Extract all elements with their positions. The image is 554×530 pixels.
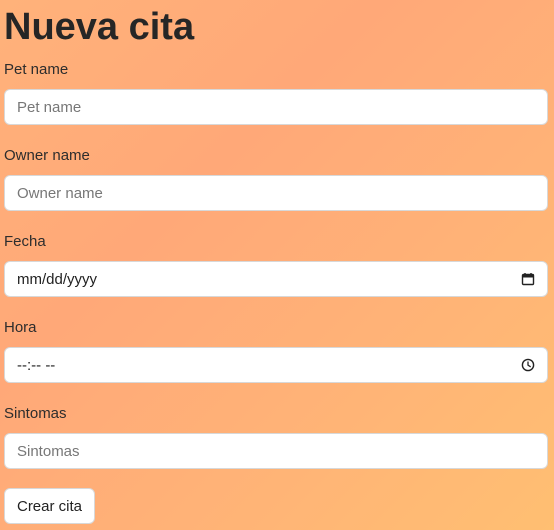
owner-name-label: Owner name	[4, 147, 90, 164]
time-value: --:-- --	[17, 356, 56, 374]
symptoms-input[interactable]	[17, 434, 535, 468]
date-label: Fecha	[4, 233, 46, 250]
owner-name-input[interactable]	[17, 176, 535, 210]
time-field[interactable]: --:-- --	[4, 347, 548, 383]
new-appointment-page: Nueva cita Pet name Owner name Fecha mm/…	[0, 0, 554, 530]
page-title: Nueva cita	[4, 6, 195, 48]
time-label: Hora	[4, 319, 37, 336]
pet-name-field[interactable]	[4, 89, 548, 125]
symptoms-field[interactable]	[4, 433, 548, 469]
date-value: mm/dd/yyyy	[17, 270, 98, 288]
symptoms-label: Sintomas	[4, 405, 67, 422]
owner-name-field[interactable]	[4, 175, 548, 211]
pet-name-input[interactable]	[17, 90, 535, 124]
date-field[interactable]: mm/dd/yyyy	[4, 261, 548, 297]
create-appointment-button[interactable]: Crear cita	[4, 488, 95, 524]
clock-icon[interactable]	[521, 358, 535, 372]
pet-name-label: Pet name	[4, 61, 69, 78]
calendar-icon[interactable]	[521, 272, 535, 286]
